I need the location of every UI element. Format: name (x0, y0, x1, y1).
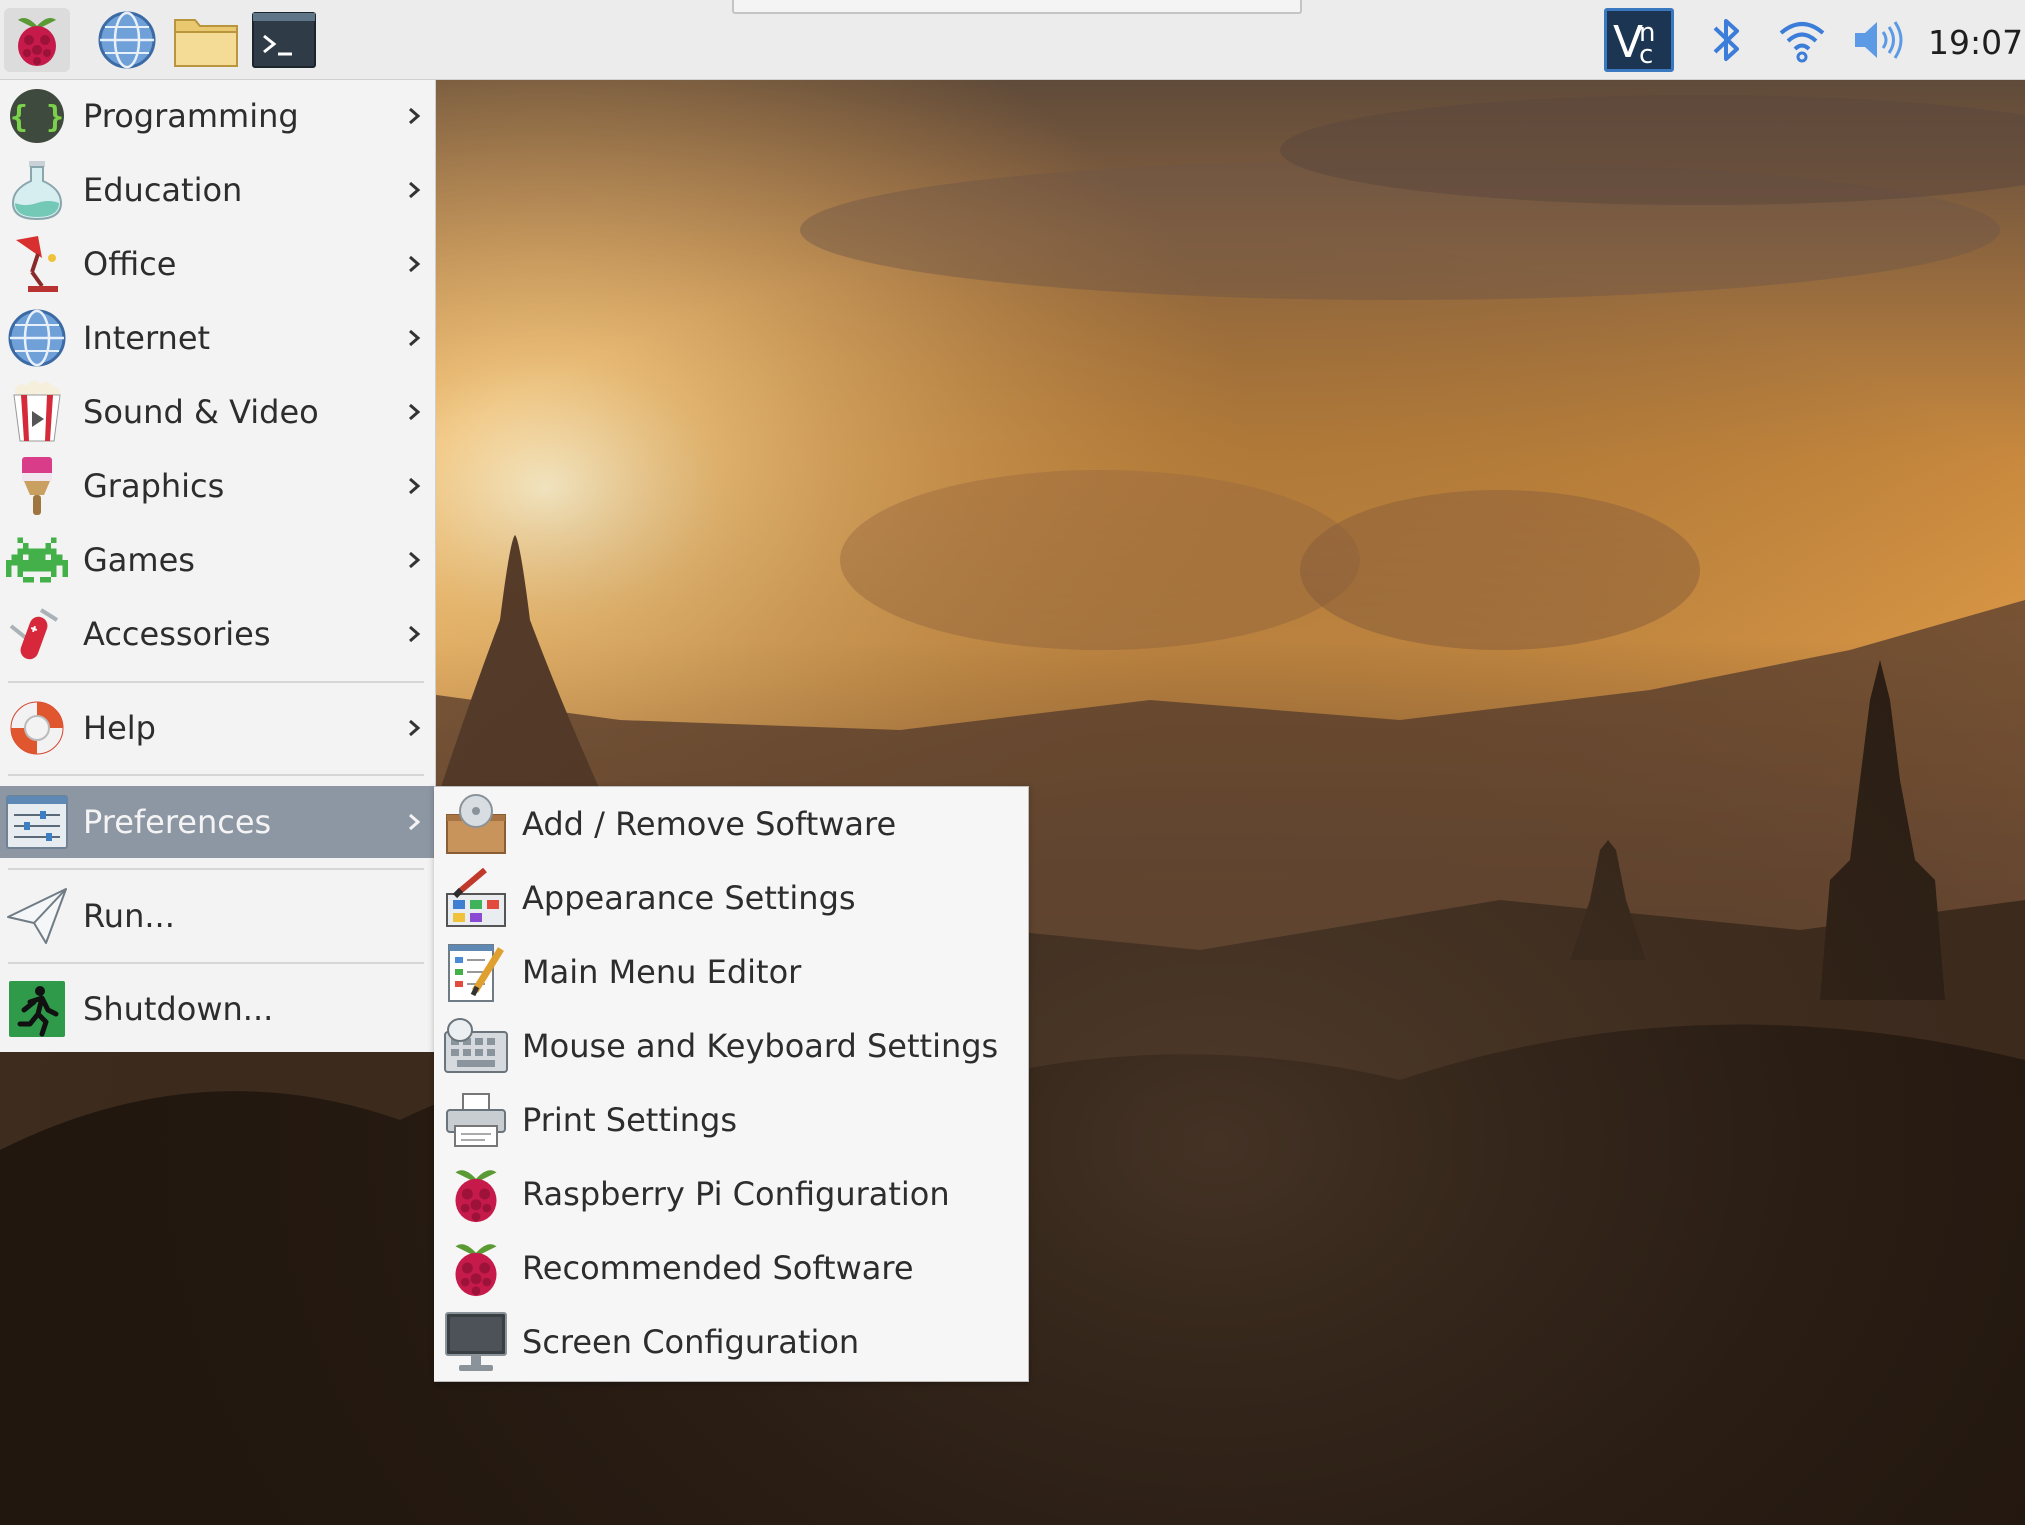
bluetooth-tray[interactable] (1700, 8, 1754, 72)
submenu-item-mouse-keyboard-settings[interactable]: Mouse and Keyboard Settings (434, 1009, 1029, 1083)
submenu-item-print-settings[interactable]: Print Settings (434, 1083, 1029, 1157)
paper-plane-icon (5, 884, 69, 948)
chevron-right-icon (409, 625, 421, 643)
chevron-right-icon (409, 403, 421, 421)
menu-item-shutdown[interactable]: Shutdown... (0, 973, 436, 1045)
wifi-icon (1777, 15, 1827, 65)
monitor-icon (444, 1310, 508, 1374)
globe-icon (97, 10, 157, 70)
space-invader-icon (5, 528, 69, 592)
terminal-icon (252, 12, 316, 68)
menu-item-label: Help (83, 709, 156, 747)
chevron-right-icon (409, 181, 421, 199)
submenu-item-appearance-settings[interactable]: Appearance Settings (434, 861, 1029, 935)
menu-item-games[interactable]: Games (0, 524, 436, 596)
menu-item-label: Preferences (83, 803, 272, 841)
menu-item-education[interactable]: Education (0, 154, 436, 226)
printer-icon (444, 1088, 508, 1152)
submenu-item-label: Recommended Software (522, 1249, 914, 1287)
globe-icon (5, 306, 69, 370)
raspberry-icon (444, 1162, 508, 1226)
submenu-item-add-remove-software[interactable]: Add / Remove Software (434, 787, 1029, 861)
menu-item-programming[interactable]: { } Programming (0, 80, 436, 152)
menu-separator (8, 868, 424, 870)
top-panel: V n c 19:07 (0, 0, 2025, 80)
submenu-item-label: Print Settings (522, 1101, 738, 1139)
package-icon (444, 792, 508, 856)
submenu-item-label: Add / Remove Software (522, 805, 897, 843)
pocket-knife-icon (5, 602, 69, 666)
menu-editor-icon (444, 940, 508, 1004)
menu-item-label: Programming (83, 97, 299, 135)
menu-item-label: Run... (83, 897, 175, 935)
preferences-icon (5, 790, 69, 854)
file-manager-launcher[interactable] (172, 8, 240, 72)
web-browser-launcher[interactable] (94, 8, 160, 72)
terminal-launcher[interactable] (250, 8, 318, 72)
menu-item-label: Office (83, 245, 177, 283)
menu-item-label: Internet (83, 319, 211, 357)
menu-item-preferences[interactable]: Preferences (0, 786, 436, 858)
chevron-right-icon (409, 551, 421, 569)
menu-item-sound-video[interactable]: Sound & Video (0, 376, 436, 448)
svg-text:{ }: { } (10, 100, 64, 135)
submenu-item-raspberry-pi-configuration[interactable]: Raspberry Pi Configuration (434, 1157, 1029, 1231)
submenu-item-label: Screen Configuration (522, 1323, 860, 1361)
menu-separator (8, 962, 424, 964)
braces-icon: { } (5, 84, 69, 148)
svg-text:c: c (1639, 40, 1653, 65)
menu-separator (8, 774, 424, 776)
menu-item-label: Education (83, 171, 243, 209)
taskbar-window-strip[interactable] (732, 0, 1302, 14)
menu-item-help[interactable]: Help (0, 692, 436, 764)
volume-icon (1851, 17, 1907, 63)
exit-icon (5, 977, 69, 1041)
lifebuoy-icon (5, 696, 69, 760)
chevron-right-icon (409, 719, 421, 737)
main-menu: { } Programming Education Office Interne… (0, 80, 436, 1052)
submenu-item-label: Appearance Settings (522, 879, 856, 917)
raspberry-menu-button[interactable] (4, 8, 70, 72)
preferences-submenu: Add / Remove Software Appearance Setting… (434, 786, 1029, 1382)
submenu-item-recommended-software[interactable]: Recommended Software (434, 1231, 1029, 1305)
chevron-right-icon (409, 477, 421, 495)
menu-item-graphics[interactable]: Graphics (0, 450, 436, 522)
raspberry-icon (12, 12, 62, 68)
submenu-item-main-menu-editor[interactable]: Main Menu Editor (434, 935, 1029, 1009)
volume-tray[interactable] (1848, 8, 1910, 72)
chevron-right-icon (409, 107, 421, 125)
menu-item-label: Sound & Video (83, 393, 319, 431)
menu-item-accessories[interactable]: Accessories (0, 598, 436, 670)
folder-icon (173, 12, 239, 68)
chevron-right-icon (409, 329, 421, 347)
menu-item-label: Accessories (83, 615, 271, 653)
vnc-server-tray[interactable]: V n c (1604, 8, 1674, 72)
submenu-item-label: Main Menu Editor (522, 953, 802, 991)
popcorn-icon (5, 380, 69, 444)
chevron-right-icon (409, 255, 421, 273)
menu-item-office[interactable]: Office (0, 228, 436, 300)
paintbrush-icon (5, 454, 69, 518)
vnc-icon: V n c (1611, 15, 1667, 65)
submenu-item-label: Mouse and Keyboard Settings (522, 1027, 999, 1065)
submenu-item-screen-configuration[interactable]: Screen Configuration (434, 1305, 1029, 1379)
raspberry-icon (444, 1236, 508, 1300)
bluetooth-icon (1709, 13, 1745, 67)
menu-item-label: Games (83, 541, 195, 579)
flask-icon (5, 158, 69, 222)
palette-icon (444, 866, 508, 930)
menu-item-label: Graphics (83, 467, 225, 505)
menu-item-label: Shutdown... (83, 990, 274, 1028)
chevron-right-icon (409, 813, 421, 831)
desk-lamp-icon (5, 232, 69, 296)
clock[interactable]: 19:07 (1928, 0, 2023, 80)
keyboard-icon (444, 1014, 508, 1078)
menu-item-run[interactable]: Run... (0, 880, 436, 952)
wifi-tray[interactable] (1774, 8, 1830, 72)
submenu-item-label: Raspberry Pi Configuration (522, 1175, 950, 1213)
menu-item-internet[interactable]: Internet (0, 302, 436, 374)
menu-separator (8, 681, 424, 683)
